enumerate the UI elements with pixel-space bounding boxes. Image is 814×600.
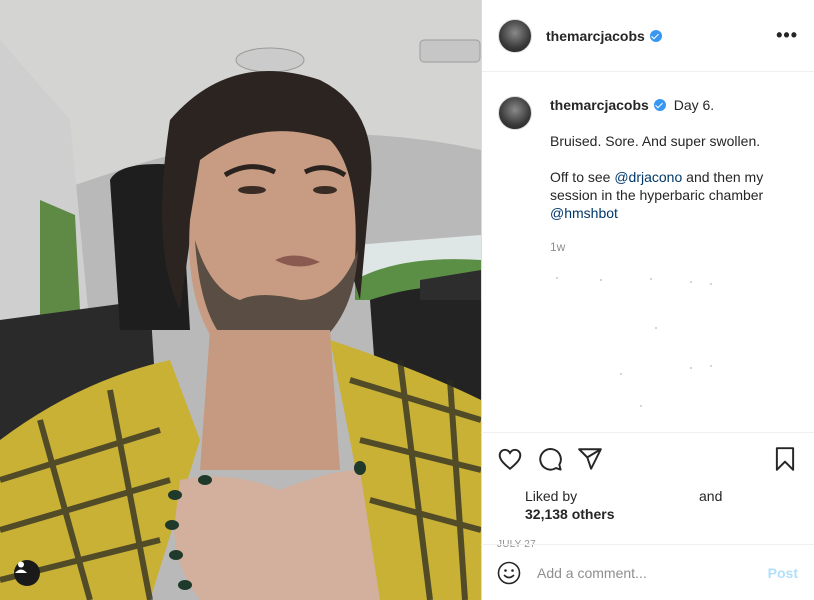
post-photo[interactable] [0, 0, 481, 600]
caption-line1: Day 6. [673, 97, 715, 113]
emoji-icon[interactable] [497, 561, 521, 585]
tagged-user-icon[interactable] [14, 560, 40, 586]
mention-link-hmshbot[interactable]: @hmshbot [550, 205, 618, 221]
caption-avatar[interactable] [498, 96, 532, 130]
likes-count[interactable]: 32,138 others [525, 505, 798, 523]
photo-illustration [0, 0, 481, 600]
caption-username[interactable]: themarcjacobs [550, 97, 649, 113]
comment-box: Post [481, 544, 814, 600]
post-actions: Liked by and 32,138 others JULY 27 [481, 432, 814, 550]
more-options-icon[interactable]: ••• [776, 25, 798, 46]
comment-input[interactable] [535, 563, 759, 582]
bookmark-icon[interactable] [772, 446, 798, 472]
header-username[interactable]: themarcjacobs [546, 28, 645, 44]
likes-and: and [699, 488, 723, 504]
liked-by-label: Liked by [525, 488, 578, 504]
comment-icon[interactable] [537, 446, 563, 472]
comments-placeholder [500, 275, 800, 415]
verified-badge-icon [649, 29, 662, 42]
action-row [497, 443, 798, 475]
share-icon[interactable] [577, 446, 603, 472]
heart-icon[interactable] [497, 446, 523, 472]
avatar[interactable] [498, 18, 532, 53]
post-comment-button[interactable]: Post [768, 565, 798, 581]
post-header: themarcjacobs ••• [482, 0, 814, 72]
caption-age[interactable]: 1w [550, 238, 790, 256]
mention-link-drjacono[interactable]: @drjacono [614, 169, 682, 185]
likes-summary: Liked by and 32,138 others [525, 487, 798, 523]
caption-line2: Bruised. Sore. And super swollen. [550, 133, 761, 149]
caption-line3-pre: Off to see [550, 169, 615, 185]
caption-body: themarcjacobs Day 6. Bruised. Sore. And … [550, 96, 790, 256]
caption: themarcjacobs Day 6. Bruised. Sore. And … [482, 72, 814, 256]
verified-badge-icon [653, 99, 666, 111]
